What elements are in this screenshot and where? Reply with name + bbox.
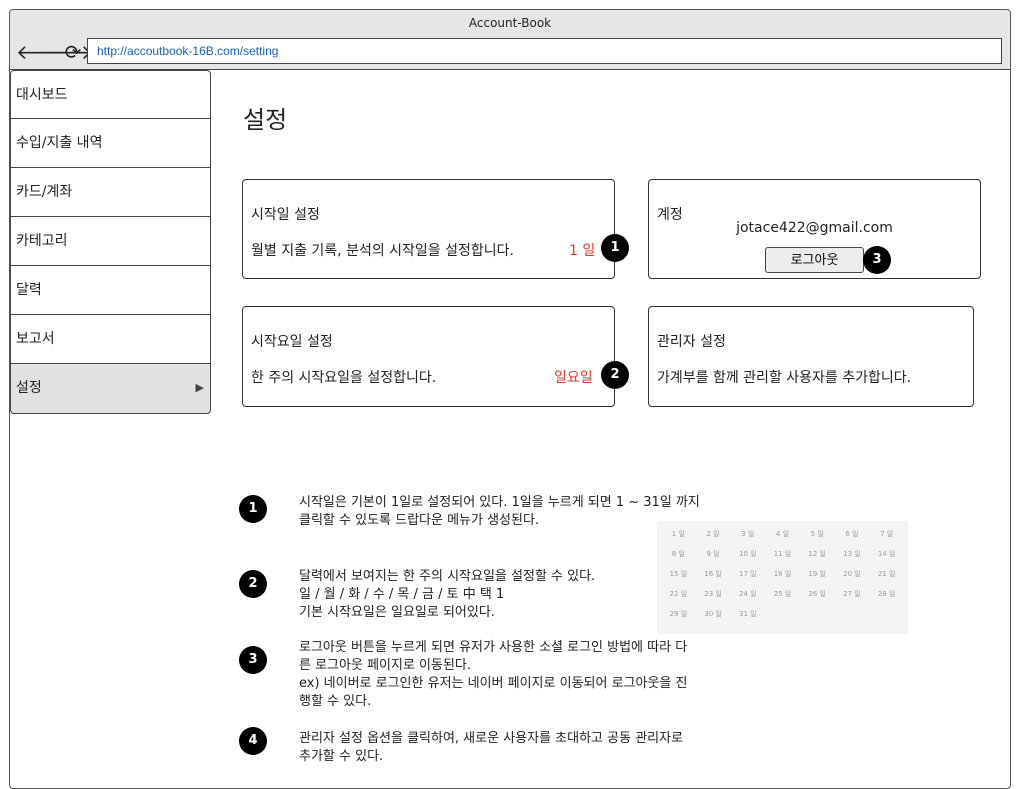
- day-option[interactable]: 10 일: [730, 547, 765, 561]
- sidebar-item-label: 수입/지출 내역: [16, 135, 103, 151]
- day-option[interactable]: 6 일: [835, 527, 870, 541]
- day-option[interactable]: 3 일: [730, 527, 765, 541]
- sidebar-item-transactions[interactable]: 수입/지출 내역: [10, 119, 211, 168]
- day-option[interactable]: 27 일: [835, 587, 870, 601]
- day-option[interactable]: 31 일: [730, 607, 765, 621]
- day-option[interactable]: 7 일: [869, 527, 904, 541]
- sidebar-item-label: 대시보드: [16, 87, 68, 103]
- marker-badge-1: 1: [601, 234, 629, 262]
- sidebar-item-dashboard[interactable]: 대시보드: [10, 70, 211, 119]
- note-badge-2: 2: [239, 570, 267, 598]
- day-option[interactable]: 30 일: [696, 607, 731, 621]
- admin-settings-description: 가계부를 함께 관리할 사용자를 추가합니다.: [657, 370, 912, 386]
- note-badge-1: 1: [239, 495, 267, 523]
- account-email: jotace422@gmail.com: [736, 220, 893, 236]
- note-text-4: 관리자 설정 옵션을 클릭하여, 새로운 사용자를 초대하고 공동 관리자로 추…: [299, 731, 684, 764]
- page-title: 설정: [243, 106, 288, 134]
- day-grid: 1 일2 일3 일4 일5 일6 일7 일8 일9 일 10 일 11 일 12 일1…: [661, 527, 904, 621]
- day-option[interactable]: 13 일: [835, 547, 870, 561]
- day-option[interactable]: 18 일: [765, 567, 800, 581]
- day-option[interactable]: 1 일: [661, 527, 696, 541]
- marker-badge-2: 2: [601, 361, 629, 389]
- sidebar-item-label: 설정: [16, 380, 42, 396]
- url-input[interactable]: http://accoutbook-16B.com/setting: [87, 38, 1002, 64]
- day-option[interactable]: 17 일: [730, 567, 765, 581]
- sidebar: 대시보드 수입/지출 내역 카드/계좌 카테고리 달력 보고서 설정 ▶: [10, 70, 211, 414]
- address-bar: 🡐 🡒 ⟳ http://accoutbook-16B.com/setting: [10, 38, 1010, 70]
- sidebar-item-cards-accounts[interactable]: 카드/계좌: [10, 168, 211, 217]
- start-weekday-title: 시작요일 설정: [251, 334, 333, 350]
- note-badge-3: 3: [239, 646, 267, 674]
- logout-button[interactable]: 로그아웃: [765, 247, 864, 273]
- sidebar-item-categories[interactable]: 카테고리: [10, 217, 211, 266]
- day-option[interactable]: 19 일: [800, 567, 835, 581]
- marker-badge-3: 3: [863, 246, 891, 274]
- reload-icon[interactable]: ⟳: [62, 40, 84, 64]
- sidebar-item-calendar[interactable]: 달력: [10, 266, 211, 315]
- account-card: 계정 jotace422@gmail.com 로그아웃 3: [648, 179, 981, 279]
- day-option[interactable]: 22 일: [661, 587, 696, 601]
- start-day-title: 시작일 설정: [251, 207, 320, 223]
- day-option[interactable]: 5 일: [800, 527, 835, 541]
- start-weekday-card: 시작요일 설정 한 주의 시작요일을 설정합니다. 일요일 2: [242, 306, 629, 407]
- start-weekday-description: 한 주의 시작요일을 설정합니다.: [251, 370, 437, 386]
- day-option[interactable]: 9 일: [696, 547, 731, 561]
- day-option[interactable]: 11 일: [765, 547, 800, 561]
- note-text-3: 로그아웃 버튼을 누르게 되면 유저가 사용한 소셜 로그인 방법에 따라 다 …: [299, 640, 688, 709]
- admin-settings-title: 관리자 설정: [657, 334, 726, 350]
- day-option[interactable]: 26 일: [800, 587, 835, 601]
- start-day-dropdown[interactable]: 1 일: [569, 240, 595, 260]
- back-arrow-icon[interactable]: 🡐: [16, 40, 70, 64]
- admin-settings-card[interactable]: 관리자 설정 가계부를 함께 관리할 사용자를 추가합니다.: [648, 306, 974, 407]
- day-option[interactable]: 21 일: [869, 567, 904, 581]
- day-option[interactable]: 20 일: [835, 567, 870, 581]
- day-option[interactable]: 2 일: [696, 527, 731, 541]
- forward-arrow-icon[interactable]: 🡒: [39, 40, 93, 64]
- start-day-description: 월별 지출 기록, 분석의 시작일을 설정합니다.: [251, 243, 514, 259]
- day-option[interactable]: 15 일: [661, 567, 696, 581]
- day-option[interactable]: 29 일: [661, 607, 696, 621]
- sidebar-item-reports[interactable]: 보고서: [10, 315, 211, 364]
- browser-window: Account-Book 🡐 🡒 ⟳ http://accoutbook-16B…: [9, 9, 1011, 789]
- start-weekday-dropdown[interactable]: 일요일: [554, 367, 593, 387]
- sidebar-item-label: 달력: [16, 282, 42, 298]
- sidebar-item-label: 카테고리: [16, 233, 68, 249]
- day-dropdown-preview: 1 일2 일3 일4 일5 일6 일7 일8 일9 일 10 일 11 일 12 일1…: [657, 521, 908, 634]
- triangle-right-icon: ▶: [195, 381, 204, 394]
- sidebar-item-label: 카드/계좌: [16, 184, 73, 200]
- day-option[interactable]: 25 일: [765, 587, 800, 601]
- day-option[interactable]: 16 일: [696, 567, 731, 581]
- sidebar-item-settings[interactable]: 설정 ▶: [10, 364, 211, 414]
- day-option[interactable]: 24 일: [730, 587, 765, 601]
- start-day-card: 시작일 설정 월별 지출 기록, 분석의 시작일을 설정합니다. 1 일 1: [242, 179, 629, 279]
- note-badge-4: 4: [239, 727, 267, 755]
- day-option[interactable]: 23 일: [696, 587, 731, 601]
- day-option[interactable]: 28 일: [869, 587, 904, 601]
- day-option[interactable]: 14 일: [869, 547, 904, 561]
- day-option[interactable]: 4 일: [765, 527, 800, 541]
- window-title: Account-Book: [10, 10, 1010, 38]
- day-option[interactable]: 8 일: [661, 547, 696, 561]
- sidebar-item-label: 보고서: [16, 331, 55, 347]
- day-option[interactable]: 12 일: [800, 547, 835, 561]
